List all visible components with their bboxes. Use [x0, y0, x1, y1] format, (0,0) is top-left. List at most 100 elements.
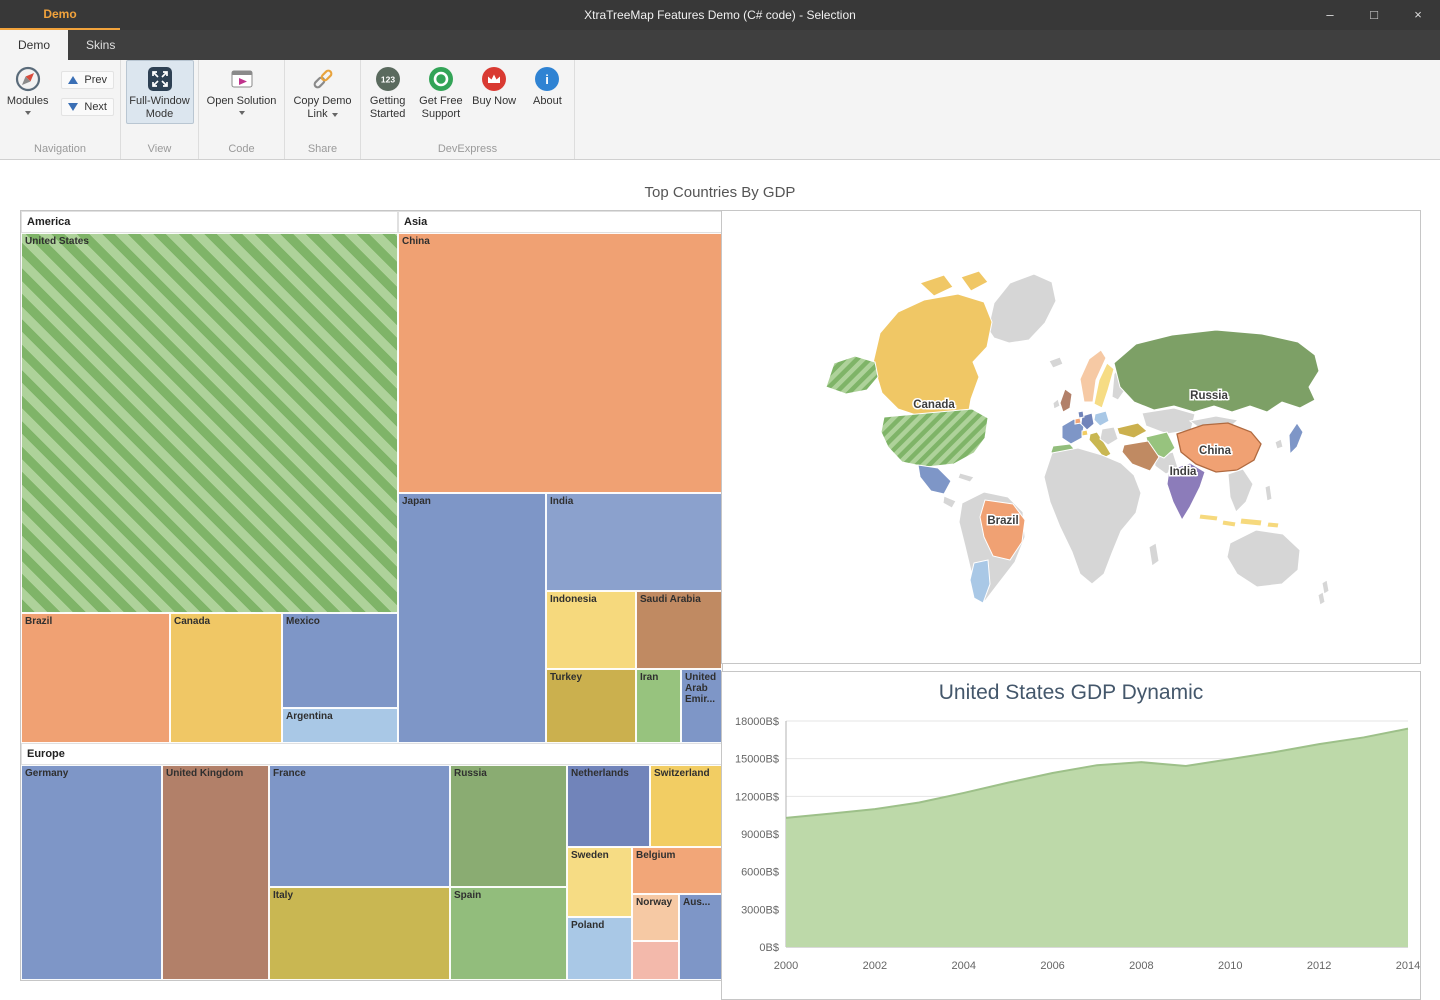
treemap-tile-label: France — [270, 766, 449, 781]
copy-demo-link-button[interactable]: Copy Demo Link — [289, 60, 357, 124]
buy-now-button[interactable]: Buy Now — [468, 60, 521, 111]
ribbon: Modules Prev Next Navigation — [0, 60, 1440, 160]
about-button[interactable]: i About — [521, 60, 574, 111]
modules-button[interactable]: Modules — [0, 60, 55, 118]
get-free-support-button[interactable]: Get Free Support — [414, 60, 467, 124]
map-region-philippines[interactable] — [1265, 485, 1272, 501]
gdp-area-chart: 0B$3000B$6000B$9000B$12000B$15000B$18000… — [722, 707, 1420, 995]
treemap-tile-mexico[interactable]: Mexico — [282, 613, 398, 708]
treemap-tile-italy[interactable]: Italy — [269, 887, 450, 980]
treemap-tile-label: United Kingdom — [163, 766, 268, 781]
map-country-belgium[interactable] — [1075, 418, 1081, 424]
open-solution-label: Open Solution — [207, 95, 277, 108]
prev-button[interactable]: Prev — [61, 71, 114, 89]
treemap-tile-germany[interactable]: Germany — [21, 765, 162, 980]
getting-started-button[interactable]: 123 Getting Started — [361, 60, 414, 124]
minimize-button[interactable]: – — [1308, 0, 1352, 30]
window-controls: – □ × — [1308, 0, 1440, 30]
app-menu-tab[interactable]: Demo — [0, 0, 120, 30]
treemap-tile-united-states[interactable]: United States — [21, 233, 398, 613]
treemap-tile-brazil[interactable]: Brazil — [21, 613, 170, 743]
treemap-tile-label: Netherlands — [568, 766, 649, 781]
map-country-indonesia[interactable] — [1199, 514, 1279, 528]
treemap-tile-iran[interactable]: Iran — [636, 669, 681, 743]
treemap-tile-sweden[interactable]: Sweden — [567, 847, 632, 917]
next-button[interactable]: Next — [61, 98, 114, 116]
full-window-icon — [147, 66, 173, 92]
treemap-tile-japan[interactable]: Japan — [398, 493, 546, 743]
map-region-greenland[interactable] — [988, 274, 1056, 343]
buy-now-label: Buy Now — [472, 95, 516, 108]
treemap-tile-label: Germany — [22, 766, 161, 781]
map-region-africa[interactable] — [1044, 448, 1159, 584]
map-region-korea[interactable] — [1275, 439, 1283, 449]
maximize-button[interactable]: □ — [1352, 0, 1396, 30]
treemap-tile-france[interactable]: France — [269, 765, 450, 887]
treemap-tile-united-kingdom[interactable]: United Kingdom — [162, 765, 269, 980]
map-country-canada[interactable] — [873, 271, 992, 418]
treemap-tile-poland[interactable]: Poland — [567, 917, 632, 980]
map-label-china: China — [1199, 445, 1232, 457]
open-solution-button[interactable]: Open Solution — [202, 60, 282, 118]
y-axis-tick-label: 18000B$ — [735, 716, 779, 728]
treemap-tile-saudi-arabia[interactable]: Saudi Arabia — [636, 591, 722, 669]
treemap-tile-spain[interactable]: Spain — [450, 887, 567, 980]
ribbon-group-view: Full-Window Mode View — [121, 60, 199, 159]
ribbon-group-devexpress: 123 Getting Started Get Free Support Buy… — [361, 60, 575, 159]
treemap-tile-label: Canada — [171, 614, 281, 629]
full-window-mode-button[interactable]: Full-Window Mode — [126, 60, 194, 124]
map-country-netherlands[interactable] — [1078, 411, 1084, 418]
treemap-tile-belgium[interactable]: Belgium — [632, 847, 722, 894]
map-country-japan[interactable] — [1289, 423, 1303, 454]
chart-title: United States GDP Dynamic — [722, 681, 1420, 705]
x-axis-tick-label: 2006 — [1040, 960, 1064, 972]
treemap-tile-label: Brazil — [22, 614, 169, 629]
treemap-tile-aus[interactable]: Aus... — [679, 894, 722, 980]
group-caption-navigation: Navigation — [0, 141, 120, 159]
tab-demo[interactable]: Demo — [0, 30, 68, 60]
treemap-tile-norway[interactable]: Norway — [632, 894, 679, 941]
group-caption-code: Code — [199, 141, 284, 159]
map-country-mexico[interactable] — [918, 465, 951, 494]
gdp-area-series — [786, 729, 1408, 947]
map-country-switzerland[interactable] — [1082, 430, 1088, 436]
map-country-turkey[interactable] — [1117, 423, 1147, 438]
y-axis-tick-label: 15000B$ — [735, 754, 779, 766]
treemap-tile-unlabeled[interactable] — [632, 941, 679, 980]
page-title: Top Countries By GDP — [0, 184, 1440, 201]
treemap-tile-switzerland[interactable]: Switzerland — [650, 765, 722, 847]
map-label-brazil: Brazil — [987, 515, 1018, 527]
treemap-tile-indonesia[interactable]: Indonesia — [546, 591, 636, 669]
x-axis-tick-label: 2004 — [951, 960, 975, 972]
x-axis-tick-label: 2012 — [1307, 960, 1331, 972]
group-caption-share: Share — [285, 141, 360, 159]
map-region-australia[interactable] — [1227, 530, 1300, 587]
treemap-tile-label: United Arab Emir... — [682, 670, 721, 707]
crown-icon — [481, 66, 507, 92]
treemap-tile-united-arab-emir[interactable]: United Arab Emir... — [681, 669, 722, 743]
map-country-united-kingdom[interactable] — [1060, 389, 1072, 412]
close-button[interactable]: × — [1396, 0, 1440, 30]
treemap-tile-netherlands[interactable]: Netherlands — [567, 765, 650, 847]
get-free-support-label: Get Free Support — [417, 95, 464, 121]
y-axis-tick-label: 6000B$ — [741, 867, 779, 879]
treemap-tile-argentina[interactable]: Argentina — [282, 708, 398, 743]
treemap-tile-label: Russia — [451, 766, 566, 781]
treemap-tile-label: China — [399, 234, 721, 249]
map-region-indochina[interactable] — [1228, 469, 1253, 512]
treemap-tile-canada[interactable]: Canada — [170, 613, 282, 743]
treemap-tile-china[interactable]: China — [398, 233, 722, 493]
x-axis-tick-label: 2000 — [774, 960, 798, 972]
treemap-tile-russia[interactable]: Russia — [450, 765, 567, 887]
tab-skins[interactable]: Skins — [68, 30, 133, 60]
map-region-new-zealand[interactable] — [1318, 580, 1329, 605]
getting-started-label: Getting Started — [364, 95, 411, 121]
info-icon: i — [534, 66, 560, 92]
lifebuoy-icon — [428, 66, 454, 92]
treemap-tile-label: Italy — [270, 888, 449, 903]
treemap-tile-india[interactable]: India — [546, 493, 722, 591]
treemap-tile-label: Japan — [399, 494, 545, 509]
treemap-tile-turkey[interactable]: Turkey — [546, 669, 636, 743]
dropdown-caret-icon — [332, 113, 338, 117]
map-country-poland[interactable] — [1094, 411, 1109, 426]
